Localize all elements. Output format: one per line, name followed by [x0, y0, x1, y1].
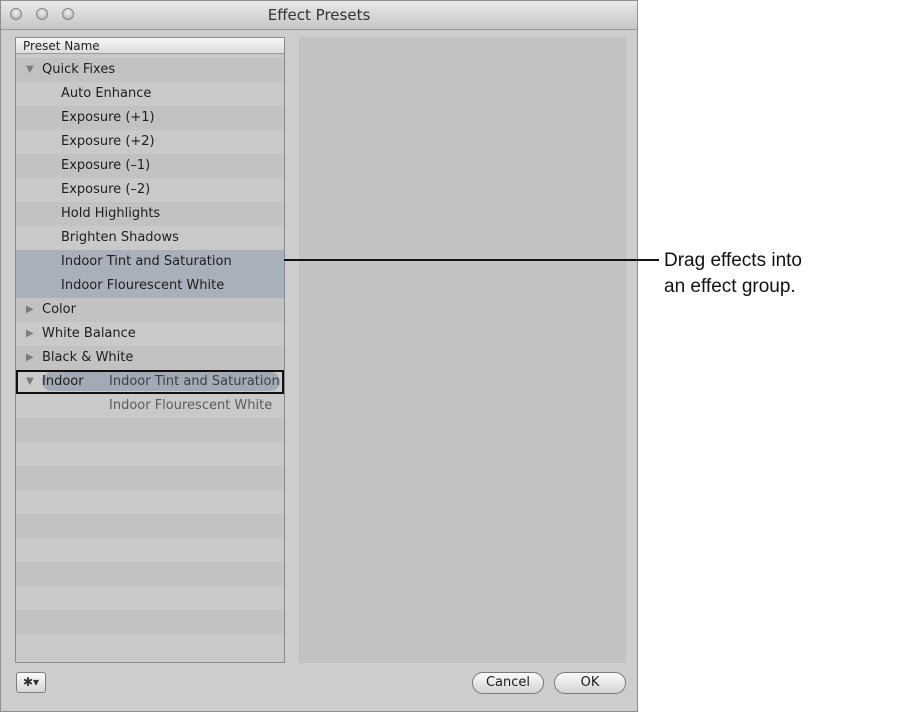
group-row-indoor-drop-target[interactable]: ▼ Indoor Indoor Tint and Saturation	[16, 370, 284, 394]
preset-label: Exposure (–1)	[61, 158, 151, 173]
dragged-preset-label: Indoor Tint and Saturation	[109, 374, 280, 389]
preset-preview-pane	[299, 37, 626, 663]
preset-row[interactable]: Brighten Shadows	[16, 226, 284, 250]
preset-label: Indoor Tint and Saturation	[61, 254, 232, 269]
dragged-preset-label: Indoor Flourescent White	[109, 398, 273, 413]
group-label: White Balance	[42, 326, 136, 341]
empty-row	[16, 562, 284, 586]
empty-row	[16, 418, 284, 442]
disclosure-triangle-collapsed-icon[interactable]: ▶	[26, 322, 34, 346]
group-row-quick-fixes[interactable]: ▼ Quick Fixes	[16, 58, 284, 82]
empty-row	[16, 466, 284, 490]
preset-label: Brighten Shadows	[61, 230, 179, 245]
dragged-preset-row: Indoor Flourescent White	[16, 394, 284, 418]
group-row-black-white[interactable]: ▶ Black & White	[16, 346, 284, 370]
group-label: Indoor	[42, 374, 84, 389]
preset-row-selected[interactable]: Indoor Tint and Saturation	[16, 250, 284, 274]
disclosure-triangle-expanded-icon[interactable]: ▼	[26, 370, 34, 394]
empty-row	[16, 538, 284, 562]
preset-label: Hold Highlights	[61, 206, 161, 221]
preset-label: Indoor Flourescent White	[61, 278, 225, 293]
empty-row	[16, 634, 284, 658]
preset-row[interactable]: Hold Highlights	[16, 202, 284, 226]
callout-line	[284, 259, 659, 261]
empty-row	[16, 514, 284, 538]
ok-button[interactable]: OK	[554, 672, 626, 694]
preset-list[interactable]: Preset Name ▼ Quick Fixes Auto Enhance E…	[15, 37, 285, 663]
title-bar[interactable]: Effect Presets	[1, 1, 637, 30]
preset-label: Exposure (+1)	[61, 110, 155, 125]
disclosure-triangle-collapsed-icon[interactable]: ▶	[26, 298, 34, 322]
preset-row-selected[interactable]: Indoor Flourescent White	[16, 274, 284, 298]
preset-label: Auto Enhance	[61, 86, 152, 101]
preset-label: Exposure (–2)	[61, 182, 151, 197]
group-row-white-balance[interactable]: ▶ White Balance	[16, 322, 284, 346]
empty-row	[16, 442, 284, 466]
preset-row[interactable]: Auto Enhance	[16, 82, 284, 106]
effect-presets-window: Effect Presets Preset Name ▼ Quick Fixes…	[0, 0, 638, 712]
callout-text: Drag effects into an effect group.	[664, 248, 904, 300]
preset-name-column-header[interactable]: Preset Name	[16, 38, 284, 54]
preset-label: Exposure (+2)	[61, 134, 155, 149]
action-gear-button[interactable]: ✱▾	[16, 672, 46, 693]
cancel-button[interactable]: Cancel	[472, 672, 544, 694]
callout-line-2: an effect group.	[664, 276, 796, 297]
group-label: Black & White	[42, 350, 134, 365]
group-label: Quick Fixes	[42, 62, 116, 77]
empty-row	[16, 490, 284, 514]
group-row-color[interactable]: ▶ Color	[16, 298, 284, 322]
preset-row[interactable]: Exposure (+1)	[16, 106, 284, 130]
disclosure-triangle-expanded-icon[interactable]: ▼	[26, 58, 34, 82]
disclosure-triangle-collapsed-icon[interactable]: ▶	[26, 346, 34, 370]
preset-row[interactable]: Exposure (–2)	[16, 178, 284, 202]
preset-row[interactable]: Exposure (+2)	[16, 130, 284, 154]
group-label: Color	[42, 302, 76, 317]
empty-row	[16, 610, 284, 634]
preset-row[interactable]: Exposure (–1)	[16, 154, 284, 178]
window-title: Effect Presets	[267, 6, 371, 24]
callout-line-1: Drag effects into	[664, 250, 803, 271]
empty-row	[16, 586, 284, 610]
